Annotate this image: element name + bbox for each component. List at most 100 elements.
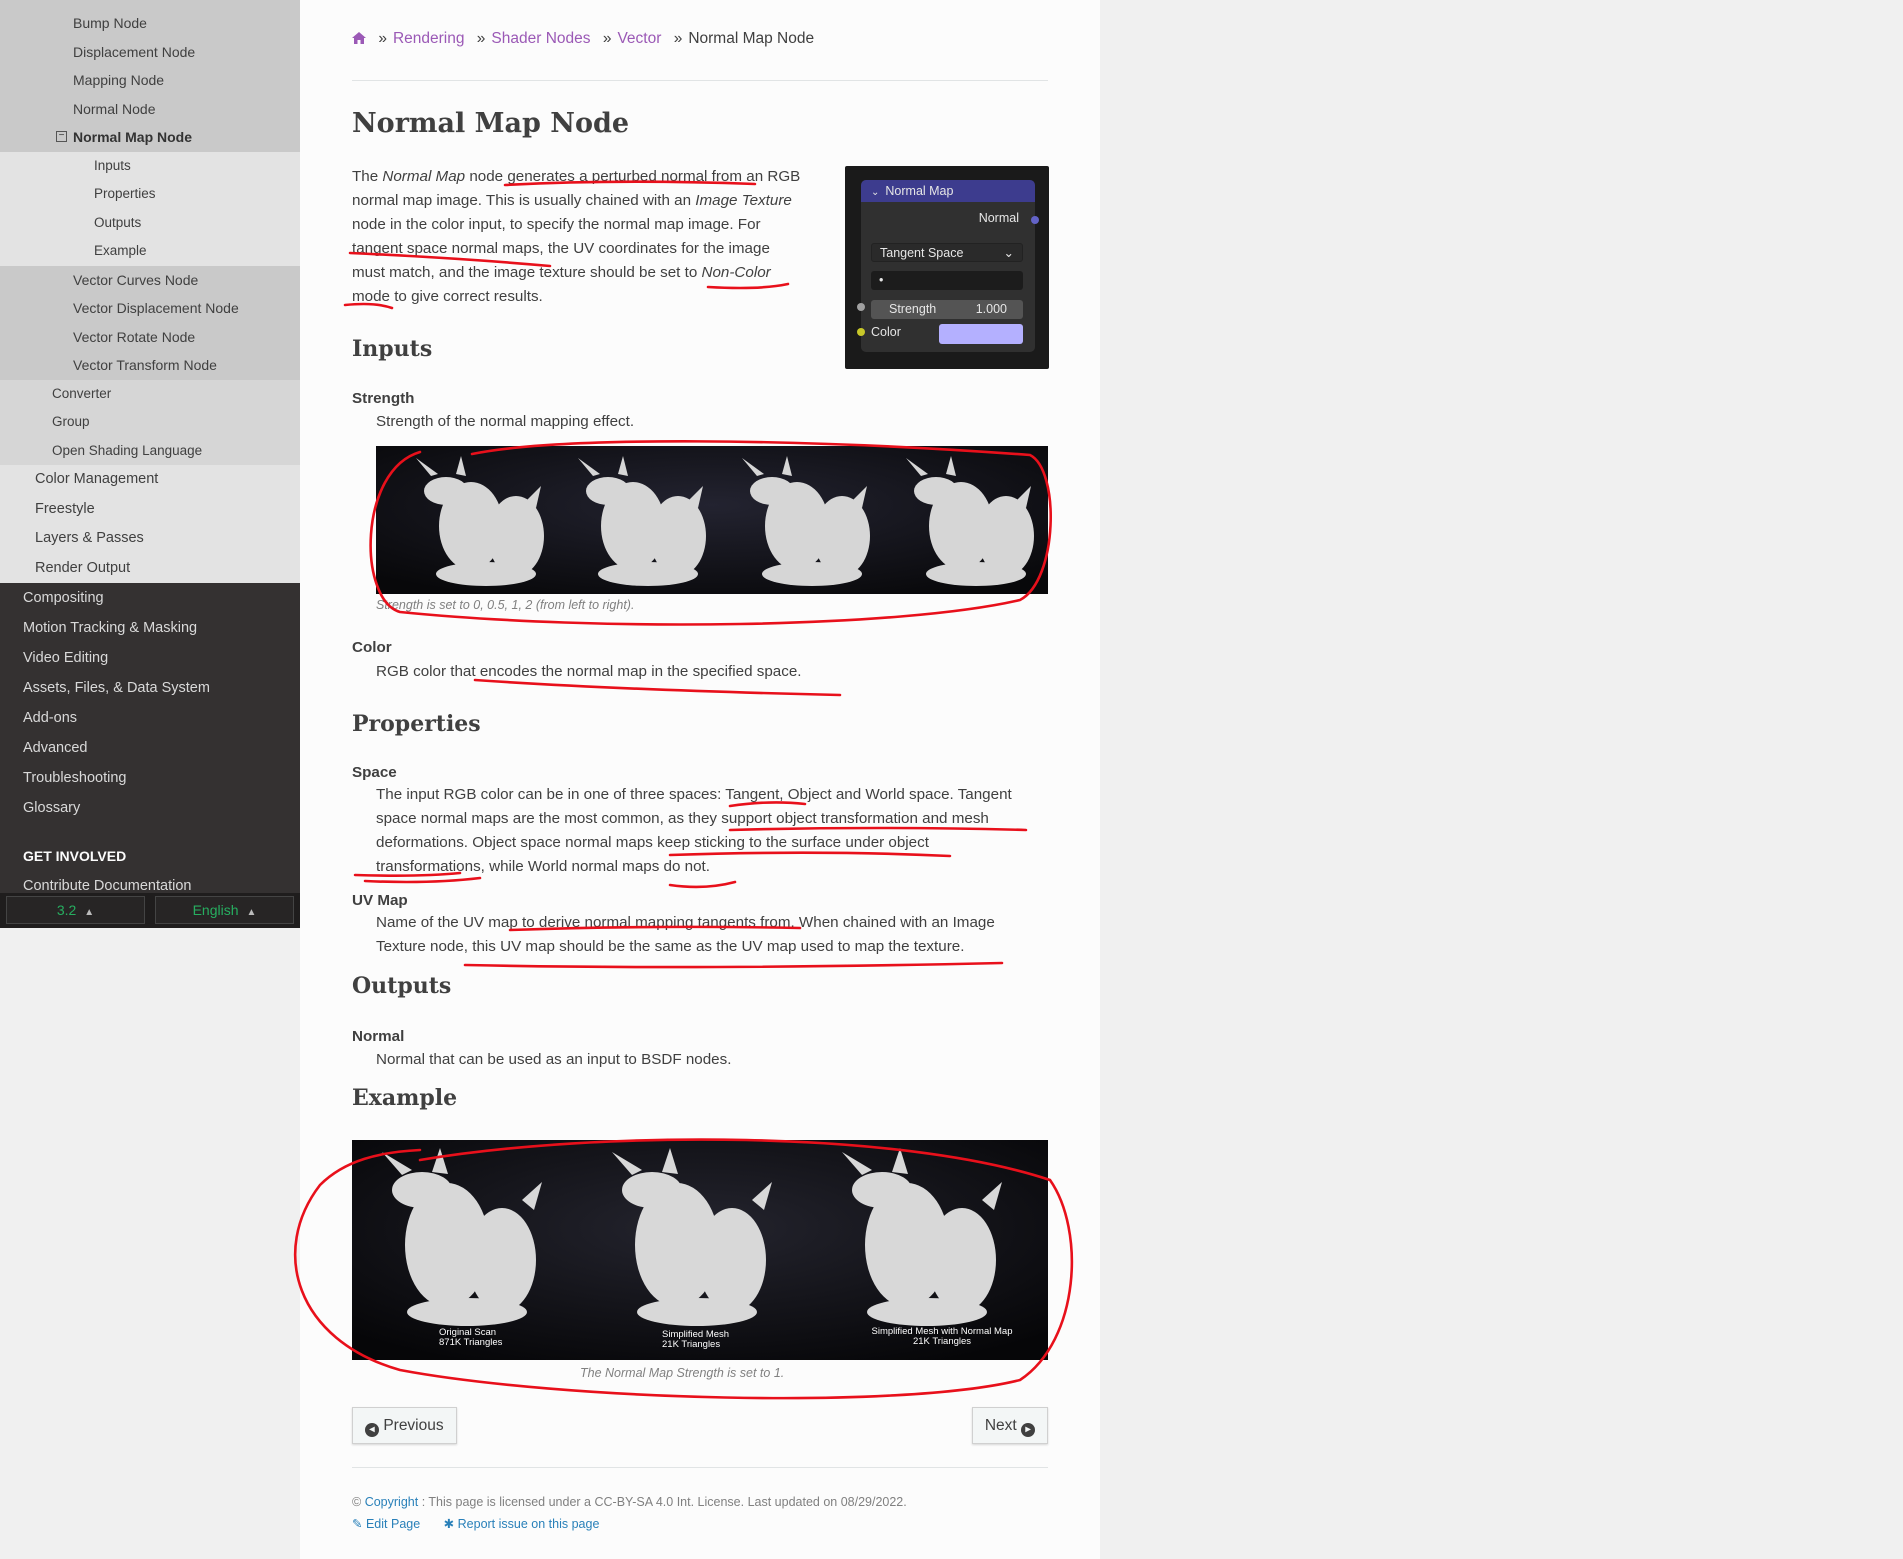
- edit-icon: ✎: [352, 1517, 363, 1531]
- sidebar-item-motion-tracking[interactable]: Motion Tracking & Masking: [0, 613, 300, 643]
- example-image: Original Scan 871K Triangles Simplified M…: [352, 1140, 1048, 1360]
- report-issue-link[interactable]: ✱ Report issue on this page: [444, 1517, 600, 1531]
- version-select[interactable]: 3.2 ▲: [6, 896, 145, 924]
- def-uvmap: Name of the UV map to derive normal mapp…: [376, 914, 995, 955]
- sidebar-top-spacer: [0, 0, 300, 9]
- footer-license: © Copyright : This page is licensed unde…: [352, 1495, 907, 1509]
- def-space: The input RGB color can be in one of thr…: [376, 786, 1012, 875]
- version-switcher: 3.2 ▲ English ▲: [0, 893, 300, 928]
- page-title: Normal Map Node: [352, 108, 630, 139]
- sidebar-item-bump-node[interactable]: Bump Node: [0, 9, 300, 38]
- footer-links: ✎ Edit Page ✱ Report issue on this page: [352, 1516, 599, 1531]
- intro-line: The Normal Map node generates a perturbe…: [352, 168, 801, 185]
- term-strength: Strength: [352, 390, 415, 407]
- def-strength: Strength of the normal mapping effect.: [376, 413, 635, 430]
- sidebar-item-normal-map-node[interactable]: − Normal Map Node: [0, 123, 300, 152]
- sidebar-item-glossary[interactable]: Glossary: [0, 793, 300, 823]
- caret-up-icon: ▲: [246, 907, 257, 918]
- sidebar-item-group[interactable]: Group: [0, 408, 300, 437]
- breadcrumb-separator: »: [378, 30, 387, 47]
- sidebar-item-assets[interactable]: Assets, Files, & Data System: [0, 673, 300, 703]
- sidebar-item-color-management[interactable]: Color Management: [0, 465, 300, 495]
- sidebar-item-layers-passes[interactable]: Layers & Passes: [0, 524, 300, 554]
- sidebar-item-inputs[interactable]: Inputs: [0, 151, 300, 180]
- sidebar-item-troubleshooting[interactable]: Troubleshooting: [0, 763, 300, 793]
- sidebar-item-add-ons[interactable]: Add-ons: [0, 703, 300, 733]
- breadcrumb-vector[interactable]: Vector: [617, 30, 661, 47]
- breadcrumb-separator: »: [602, 30, 612, 47]
- socket-icon: [1031, 216, 1039, 224]
- breadcrumb-separator: »: [476, 30, 486, 47]
- intro-paragraph: The Normal Map node generates a perturbe…: [352, 165, 832, 309]
- sidebar-item-vector-displacement-node[interactable]: Vector Displacement Node: [0, 294, 300, 323]
- breadcrumb-rendering[interactable]: Rendering: [393, 30, 465, 47]
- breadcrumb-separator: »: [673, 30, 683, 47]
- copyright-link[interactable]: Copyright: [365, 1495, 419, 1509]
- sidebar-item-compositing[interactable]: Compositing: [0, 583, 300, 613]
- intro-line: tangent space normal maps, the UV coordi…: [352, 240, 770, 257]
- intro-line: must match, and the image texture should…: [352, 264, 771, 281]
- chevron-down-icon: ⌄: [871, 187, 880, 198]
- language-label: English: [192, 902, 239, 918]
- bug-icon: ✱: [443, 1517, 455, 1531]
- normal-map-node-image: ⌄ Normal Map Normal Tangent Space ⌄ • Stre…: [845, 166, 1049, 369]
- edit-page-link[interactable]: ✎ Edit Page: [352, 1517, 420, 1531]
- intro-line: normal map image. This is usually chaine…: [352, 192, 792, 209]
- def-color: RGB color that encodes the normal map in…: [376, 663, 802, 680]
- sidebar-item-mapping-node[interactable]: Mapping Node: [0, 66, 300, 95]
- sidebar-item-outputs[interactable]: Outputs: [0, 208, 300, 237]
- sidebar-item-example[interactable]: Example: [0, 237, 300, 266]
- example-caption: The Normal Map Strength is set to 1.: [580, 1366, 785, 1380]
- sidebar: Bump Node Displacement Node Mapping Node…: [0, 0, 300, 928]
- collapse-icon[interactable]: −: [56, 130, 67, 142]
- language-select[interactable]: English ▲: [155, 896, 294, 924]
- arrow-left-circle-icon: ◂: [365, 1423, 379, 1437]
- def-normal: Normal that can be used as an input to B…: [376, 1051, 732, 1068]
- breadcrumb-shader-nodes[interactable]: Shader Nodes: [491, 30, 590, 47]
- sidebar-item-vector-curves-node[interactable]: Vector Curves Node: [0, 265, 300, 294]
- term-uvmap: UV Map: [352, 892, 408, 909]
- intro-line: mode to give correct results.: [352, 288, 543, 305]
- node-strength-slider: Strength 1.000: [871, 300, 1023, 319]
- sidebar-item-video-editing[interactable]: Video Editing: [0, 643, 300, 673]
- sidebar-item-advanced[interactable]: Advanced: [0, 733, 300, 763]
- sidebar-item-properties[interactable]: Properties: [0, 180, 300, 209]
- divider: [352, 80, 1048, 81]
- node-color-label: Color: [871, 325, 901, 339]
- version-label: 3.2: [56, 902, 77, 918]
- term-normal: Normal: [352, 1028, 405, 1045]
- example-label: Simplified Mesh 21K Triangles: [662, 1329, 730, 1350]
- sidebar-item-converter[interactable]: Converter: [0, 379, 300, 408]
- next-button[interactable]: Next ▸: [971, 1407, 1048, 1444]
- breadcrumb-current: Normal Map Node: [688, 30, 815, 47]
- intro-line: node in the color input, to specify the …: [352, 216, 761, 233]
- sidebar-item-displacement-node[interactable]: Displacement Node: [0, 37, 300, 66]
- sidebar-item-label: Normal Map Node: [73, 129, 193, 145]
- example-label: Original Scan 871K Triangles: [439, 1327, 503, 1348]
- sidebar-item-freestyle[interactable]: Freestyle: [0, 494, 300, 524]
- strength-caption: Strength is set to 0, 0.5, 1, 2 (from le…: [376, 598, 635, 612]
- heading-inputs: Inputs: [352, 336, 433, 362]
- node-header: ⌄ Normal Map: [861, 180, 1035, 202]
- sidebar-item-vector-rotate-node[interactable]: Vector Rotate Node: [0, 322, 300, 351]
- divider: [352, 1467, 1048, 1468]
- main-content: » Rendering » Shader Nodes » Vector » Normal…: [300, 0, 1100, 1559]
- heading-outputs: Outputs: [352, 973, 452, 999]
- strength-comparison-image: [376, 446, 1048, 594]
- chevron-down-icon: ⌄: [1003, 246, 1014, 260]
- home-icon[interactable]: [352, 30, 366, 47]
- term-space: Space: [352, 764, 397, 781]
- previous-button[interactable]: ◂ Previous: [352, 1407, 457, 1444]
- node-output-normal: Normal: [978, 211, 1019, 225]
- sidebar-item-render-output[interactable]: Render Output: [0, 553, 300, 583]
- arrow-right-circle-icon: ▸: [1021, 1423, 1035, 1437]
- socket-icon: [857, 328, 865, 336]
- heading-example: Example: [352, 1085, 458, 1111]
- socket-icon: [857, 303, 865, 311]
- example-label: Simplified Mesh with Normal Map 21K Trian…: [871, 1326, 1013, 1347]
- sidebar-item-normal-node[interactable]: Normal Node: [0, 94, 300, 123]
- term-color: Color: [352, 639, 392, 656]
- heading-properties: Properties: [352, 711, 481, 737]
- sidebar-item-open-shading-language[interactable]: Open Shading Language: [0, 436, 300, 465]
- sidebar-item-vector-transform-node[interactable]: Vector Transform Node: [0, 351, 300, 380]
